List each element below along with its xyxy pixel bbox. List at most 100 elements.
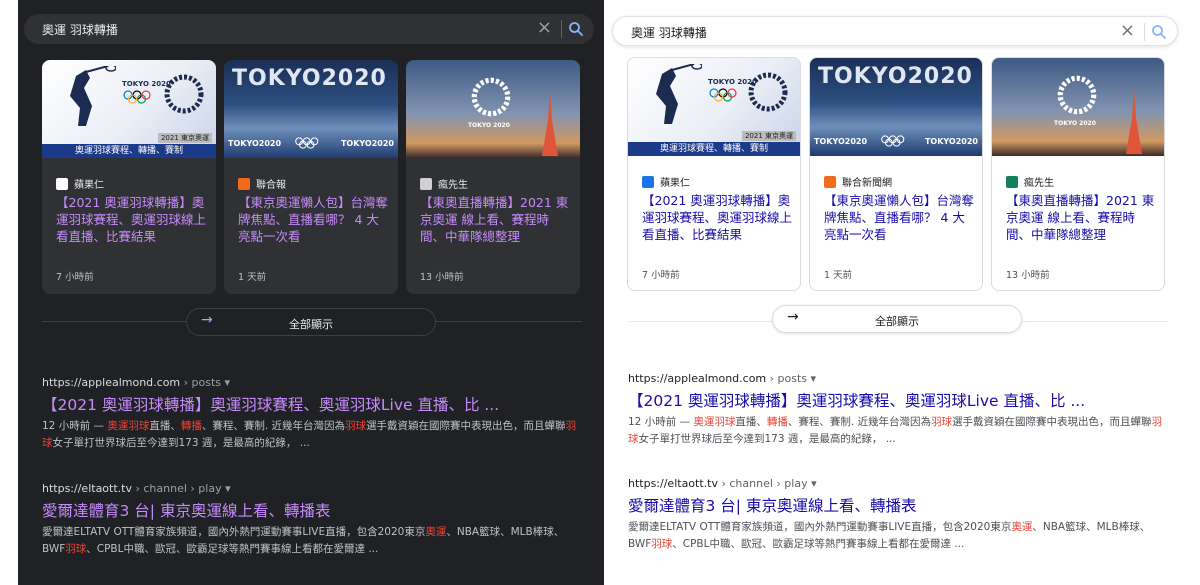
show-all-button[interactable]: → 全部顯示 <box>186 308 436 336</box>
card-title[interactable]: 【東奧直播轉播】2021 東京奧運 線上看、賽程時間、中華隊總整理 <box>1006 192 1156 243</box>
chevron-down-icon[interactable]: ▾ <box>811 372 817 385</box>
chevron-down-icon[interactable]: ▾ <box>811 477 817 490</box>
tokyo-emblem-icon <box>471 77 511 117</box>
show-all-label: 全部顯示 <box>289 318 333 331</box>
source-name: 聯合新聞網 <box>842 178 892 189</box>
search-result[interactable]: https://eltaott.tv › channel › play ▾ 愛爾… <box>42 482 582 558</box>
clear-icon[interactable]: × <box>1120 20 1135 42</box>
thumb-logo-text: TOKYO2020 <box>818 64 973 89</box>
snippet-text: 、賽程、賽制. 近幾年台灣因為 <box>201 420 346 432</box>
show-all-label: 全部顯示 <box>875 315 919 328</box>
result-breadcrumb[interactable]: https://eltaott.tv › channel › play ▾ <box>628 477 1168 490</box>
result-breadcrumb[interactable]: https://applealmond.com › posts ▾ <box>42 376 582 389</box>
news-card[interactable]: TOKYO 2020 2021 東京奧運 奧運羽球賽程、轉播、賽制 蘋果仁 【2… <box>42 60 216 294</box>
card-thumbnail: TOKYO 2020 <box>992 58 1164 156</box>
source-favicon-icon <box>824 175 836 188</box>
search-input[interactable]: 奧運 羽球轉播 <box>631 24 707 41</box>
search-result[interactable]: https://eltaott.tv › channel › play ▾ 愛爾… <box>628 477 1168 553</box>
card-time: 1 天前 <box>238 272 267 283</box>
search-icon[interactable] <box>568 21 584 37</box>
card-source: 瘋先生 <box>420 176 468 191</box>
search-divider <box>1144 23 1145 41</box>
card-title[interactable]: 【2021 奧運羽球轉播】奧運羽球賽程、奧運羽球線上看直播、比賽結果 <box>56 194 206 245</box>
show-all-button[interactable]: → 全部顯示 <box>772 305 1022 333</box>
card-title[interactable]: 【東奧直播轉播】2021 東京奧運 線上看、賽程時間、中華隊總整理 <box>420 194 570 245</box>
result-path: › channel › play <box>717 477 808 490</box>
card-time: 7 小時前 <box>56 272 94 283</box>
card-title[interactable]: 【2021 奧運羽球轉播】奧運羽球賽程、奧運羽球線上看直播、比賽結果 <box>642 192 792 243</box>
search-result[interactable]: https://applealmond.com › posts ▾ 【2021 … <box>42 376 582 452</box>
snippet-highlight: 奧運 <box>1011 521 1033 533</box>
card-title[interactable]: 【東京奧運懶人包】台灣奪牌焦點、直播看哪？ 4 大亮點一次看 <box>238 194 388 245</box>
news-card[interactable]: TOKYO2020 TOKYO2020 TOKYO2020 聯合報 【東京奧運懶… <box>224 60 398 294</box>
badminton-player-icon <box>70 66 116 126</box>
card-thumbnail: TOKYO2020 TOKYO2020 TOKYO2020 <box>810 58 982 156</box>
result-title[interactable]: 愛爾達體育3 台| 東京奧運線上看、轉播表 <box>42 499 582 521</box>
source-favicon-icon <box>420 177 432 190</box>
thumb-logo-text: TOKYO2020 <box>232 66 387 91</box>
card-source: 聯合新聞網 <box>824 174 892 189</box>
thumb-badge: 2021 東京奧運 <box>157 133 212 143</box>
search-result[interactable]: https://applealmond.com › posts ▾ 【2021 … <box>628 372 1168 448</box>
result-domain: https://eltaott.tv <box>42 482 132 495</box>
tokyo-tower-icon <box>1126 88 1142 154</box>
card-thumbnail: TOKYO 2020 <box>406 60 580 158</box>
search-icon[interactable] <box>1151 24 1167 40</box>
source-name: 蘋果仁 <box>74 180 104 191</box>
result-snippet: 12 小時前 — 奧運羽球直播、轉播、賽程、賽制. 近幾年台灣因為羽球選手戴資穎… <box>628 414 1168 448</box>
news-card[interactable]: TOKYO 2020 瘋先生 【東奧直播轉播】2021 東京奧運 線上看、賽程時… <box>406 60 580 294</box>
result-snippet: 愛爾達ELTATV OTT體育家族頻道，國內外熱門運動賽事LIVE直播，包含20… <box>42 524 582 558</box>
source-name: 聯合報 <box>256 180 286 191</box>
thumb-badge: 2021 東京奧運 <box>741 131 796 141</box>
snippet-highlight: 轉播 <box>766 416 788 428</box>
result-title[interactable]: 【2021 奧運羽球轉播】奧運羽球賽程、奧運羽球Live 直播、比 ... <box>42 393 582 415</box>
result-breadcrumb[interactable]: https://eltaott.tv › channel › play ▾ <box>42 482 582 495</box>
news-card[interactable]: TOKYO 2020 2021 東京奧運 奧運羽球賽程、轉播、賽制 蘋果仁 【2… <box>627 57 801 291</box>
result-title[interactable]: 愛爾達體育3 台| 東京奧運線上看、轉播表 <box>628 494 1168 516</box>
card-thumbnail: TOKYO 2020 2021 東京奧運 奧運羽球賽程、轉播、賽制 <box>628 58 800 156</box>
card-time: 7 小時前 <box>642 270 680 281</box>
thumb-logo-small: TOKYO2020 <box>228 139 282 148</box>
snippet-highlight: 轉播 <box>180 420 202 432</box>
snippet-text: 直播、 <box>149 420 181 432</box>
snippet-text: 直播、 <box>735 416 767 428</box>
tokyo-emblem-icon <box>164 74 204 114</box>
search-input[interactable]: 奧運 羽球轉播 <box>42 21 118 38</box>
source-favicon-icon <box>642 175 654 188</box>
card-source: 聯合報 <box>238 176 286 191</box>
clear-icon[interactable]: × <box>537 17 552 39</box>
source-favicon-icon <box>56 177 68 190</box>
source-favicon-icon <box>1006 175 1018 188</box>
olympic-rings-icon <box>709 88 737 102</box>
card-time: 13 小時前 <box>420 272 464 283</box>
snippet-text: 、賽程、賽制. 近幾年台灣因為 <box>787 416 932 428</box>
snippet-text: 12 小時前 — <box>628 416 694 428</box>
thumb-caption: 奧運羽球賽程、轉播、賽制 <box>42 144 216 158</box>
result-domain: https://applealmond.com <box>42 376 181 389</box>
search-divider <box>561 20 562 38</box>
result-title[interactable]: 【2021 奧運羽球轉播】奧運羽球賽程、奧運羽球Live 直播、比 ... <box>628 389 1168 411</box>
snippet-highlight: 奧運 <box>425 526 447 538</box>
thumb-logo-small: TOKYO2020 <box>814 137 868 146</box>
search-bar[interactable]: 奧運 羽球轉播 × <box>612 16 1178 46</box>
search-bar[interactable]: 奧運 羽球轉播 × <box>24 14 594 44</box>
chevron-down-icon[interactable]: ▾ <box>225 482 231 495</box>
result-breadcrumb[interactable]: https://applealmond.com › posts ▾ <box>628 372 1168 385</box>
news-card[interactable]: TOKYO 2020 瘋先生 【東奧直播轉播】2021 東京奧運 線上看、賽程時… <box>991 57 1165 291</box>
news-card[interactable]: TOKYO2020 TOKYO2020 TOKYO2020 聯合新聞網 【東京奧… <box>809 57 983 291</box>
card-thumbnail: TOKYO 2020 2021 東京奧運 奧運羽球賽程、轉播、賽制 <box>42 60 216 158</box>
snippet-text: 愛爾達ELTATV OTT體育家族頻道，國內外熱門運動賽事LIVE直播，包含20… <box>628 521 1012 533</box>
thumb-logo-text: TOKYO 2020 <box>1054 120 1096 127</box>
card-title[interactable]: 【東京奧運懶人包】台灣奪牌焦點、直播看哪？ 4 大亮點一次看 <box>824 192 974 243</box>
snippet-highlight: 奧運羽球 <box>107 420 150 432</box>
light-mode-panel: 奧運 羽球轉播 × TOKYO 2020 2021 東京奧運 奧運羽球賽程、轉播… <box>604 0 1184 585</box>
snippet-text: 選手戴資穎在國際賽中表現出色，而且蟬聯 <box>366 420 566 432</box>
chevron-down-icon[interactable]: ▾ <box>225 376 231 389</box>
result-path: › posts <box>180 376 222 389</box>
card-thumbnail: TOKYO2020 TOKYO2020 TOKYO2020 <box>224 60 398 158</box>
card-source: 蘋果仁 <box>56 176 104 191</box>
snippet-highlight: 羽球 <box>65 543 87 555</box>
card-time: 13 小時前 <box>1006 270 1050 281</box>
result-path: › channel › play <box>131 482 222 495</box>
source-name: 瘋先生 <box>1024 178 1054 189</box>
